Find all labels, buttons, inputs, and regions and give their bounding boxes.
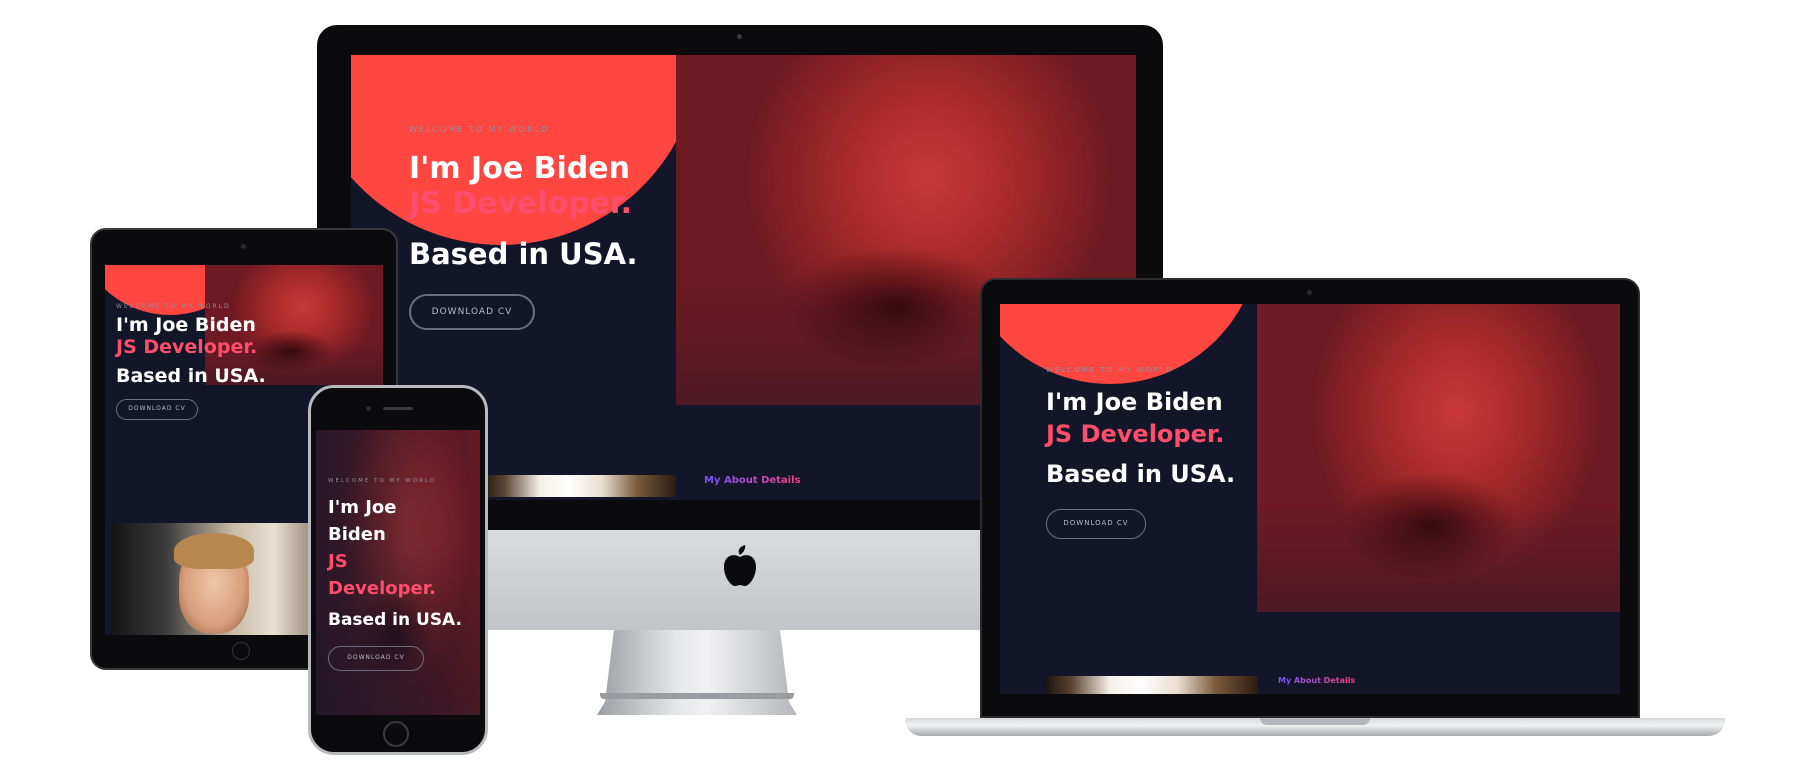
laptop-download-cv-button[interactable]: DOWNLOAD CV <box>1046 508 1146 539</box>
laptop: WELCOME TO MY WORLD I'm Joe Biden JS Dev… <box>905 278 1725 740</box>
hero-based: Based in USA. <box>409 237 638 271</box>
hero-role: JS Developer. <box>409 185 632 221</box>
phone-camera <box>366 406 371 411</box>
phone-hero-role-line2: Developer. <box>328 578 436 599</box>
laptop-hero: WELCOME TO MY WORLD I'm Joe Biden JS Dev… <box>1046 366 1235 539</box>
monitor-camera <box>737 34 742 39</box>
phone-speaker <box>383 407 413 410</box>
phone-welcome-text: WELCOME TO MY WORLD <box>328 478 437 484</box>
phone-hero-based: Based in USA. <box>328 610 462 630</box>
laptop-hero-name: I'm Joe Biden <box>1046 388 1223 416</box>
tablet-hero-based: Based in USA. <box>116 364 266 387</box>
about-details-link[interactable]: My About Details <box>704 475 801 486</box>
phone: WELCOME TO MY WORLD I'm Joe Biden JS Dev… <box>308 385 488 755</box>
phone-hero-role-line1: JS <box>328 551 348 572</box>
tablet-welcome-text: WELCOME TO MY WORLD <box>116 303 231 310</box>
phone-hero-name-line1: I'm Joe <box>328 497 397 518</box>
laptop-notch <box>1260 718 1370 725</box>
phone-home-button[interactable] <box>383 721 409 747</box>
tablet-download-cv-button[interactable]: DOWNLOAD CV <box>116 399 198 421</box>
hero-section: WELCOME TO MY WORLD I'm Joe Biden JS Dev… <box>409 125 638 330</box>
tablet-hero-role: JS Developer. <box>116 335 258 358</box>
laptop-welcome-text: WELCOME TO MY WORLD <box>1046 366 1174 374</box>
laptop-about-image-strip <box>1046 676 1258 694</box>
laptop-screen: WELCOME TO MY WORLD I'm Joe Biden JS Dev… <box>1000 304 1620 694</box>
hero-welcome-text: WELCOME TO MY WORLD <box>409 125 550 134</box>
laptop-hero-role: JS Developer. <box>1046 419 1225 448</box>
tablet-home-button[interactable] <box>232 642 250 660</box>
phone-hero-name-line2: Biden <box>328 524 386 545</box>
laptop-camera <box>1307 290 1312 295</box>
tablet-hero: WELCOME TO MY WORLD I'm Joe Biden JS Dev… <box>116 303 266 421</box>
laptop-hero-based: Based in USA. <box>1046 460 1236 489</box>
phone-hero: WELCOME TO MY WORLD I'm Joe Biden JS Dev… <box>328 478 462 672</box>
phone-download-cv-button[interactable]: DOWNLOAD CV <box>328 646 424 672</box>
hero-name: I'm Joe Biden <box>409 151 630 186</box>
about-image-strip <box>481 475 676 497</box>
tablet-camera <box>241 244 246 249</box>
laptop-about-details-link[interactable]: My About Details <box>1278 676 1355 685</box>
tablet-about-photo-hair <box>174 533 254 569</box>
apple-logo-icon <box>722 545 758 587</box>
monitor-stand-base <box>600 693 794 699</box>
laptop-portrait-image <box>1257 304 1620 612</box>
tablet-hero-name: I'm Joe Biden <box>116 314 256 336</box>
phone-screen: WELCOME TO MY WORLD I'm Joe Biden JS Dev… <box>316 430 480 715</box>
download-cv-button[interactable]: DOWNLOAD CV <box>409 293 535 330</box>
